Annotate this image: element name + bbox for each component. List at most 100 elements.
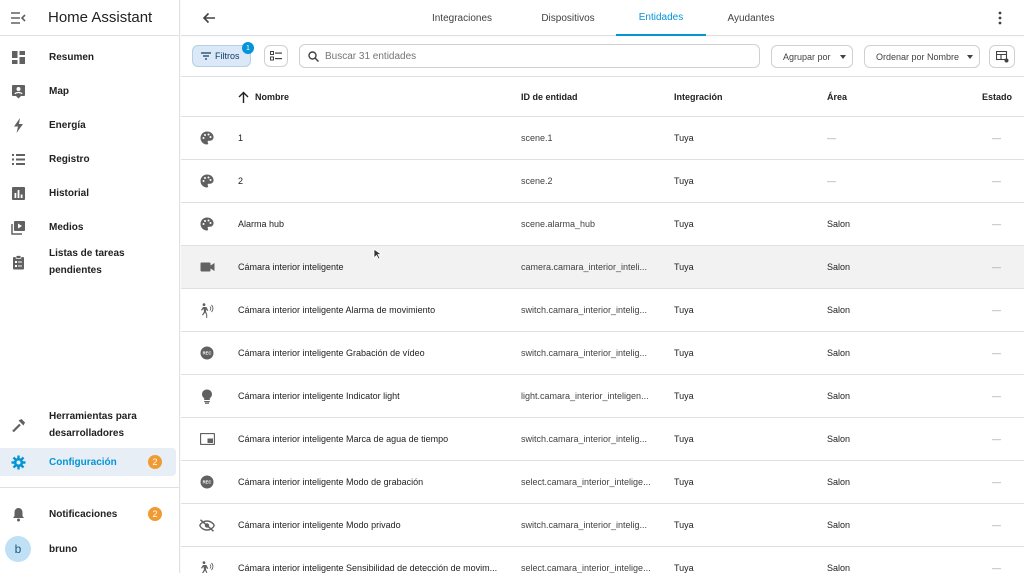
- bell-icon: [9, 505, 27, 523]
- table-row[interactable]: Cámara interior inteligente Indicator li…: [181, 375, 1024, 418]
- sidebar-item-label: Configuración: [49, 456, 117, 468]
- table-row[interactable]: Cámara interior inteligente Sensibilidad…: [181, 547, 1024, 573]
- group-by-dropdown[interactable]: Agrupar por: [771, 45, 853, 68]
- entity-id-cell: scene.1: [521, 133, 553, 143]
- area-cell: Salon: [827, 434, 851, 444]
- entity-id-cell: switch.camara_interior_intelig...: [521, 305, 648, 315]
- sidebar-item-listas-de-tareas[interactable]: Listas de tareas pendientes: [0, 248, 176, 276]
- column-header-name[interactable]: Nombre: [238, 77, 289, 117]
- motion-sensor-icon: [197, 289, 217, 331]
- entity-name-cell: Cámara interior inteligente Modo privado: [238, 520, 401, 530]
- integration-cell: Tuya: [674, 262, 694, 272]
- table-row[interactable]: Cámara interior inteligente camera.camara…: [181, 246, 1024, 289]
- menu-toggle-button[interactable]: [0, 0, 36, 36]
- sort-label: Ordenar por Nombre: [876, 51, 960, 62]
- sidebar-item-label: Energía: [49, 119, 86, 131]
- entity-name-cell: Cámara interior inteligente Modo de grab…: [238, 477, 424, 487]
- more-options-button[interactable]: [990, 8, 1010, 28]
- back-button[interactable]: [199, 8, 219, 28]
- sidebar-item-energia[interactable]: Energía: [0, 111, 176, 139]
- table-row[interactable]: 1 scene.1 Tuya — —: [181, 117, 1024, 160]
- entity-name-cell: Alarma hub: [238, 219, 285, 229]
- integration-cell: Tuya: [674, 477, 694, 487]
- table-row[interactable]: Alarma hub scene.alarma_hub Tuya Salon —: [181, 203, 1024, 246]
- status-cell: —: [992, 133, 1001, 143]
- filters-count-badge: 1: [242, 42, 254, 54]
- entity-id-cell: select.camara_interior_intelige...: [521, 563, 651, 573]
- selection-mode-button[interactable]: [264, 45, 288, 67]
- sidebar-item-label: Map: [49, 85, 69, 97]
- integration-cell: Tuya: [674, 563, 694, 573]
- entity-name-cell: Cámara interior inteligente: [238, 262, 344, 272]
- status-cell: —: [992, 563, 1001, 573]
- table-row[interactable]: 2 scene.2 Tuya — —: [181, 160, 1024, 203]
- search-input[interactable]: [325, 50, 725, 62]
- list-icon: [9, 150, 27, 168]
- sidebar-item-resumen[interactable]: Resumen: [0, 43, 176, 71]
- area-cell: Salon: [827, 563, 851, 573]
- filters-label: Filtros: [215, 51, 240, 61]
- area-cell: Salon: [827, 520, 851, 530]
- sidebar-item-label: Listas de tareas pendientes: [49, 248, 125, 276]
- sidebar-item-label: Notificaciones: [49, 508, 118, 520]
- sidebar-item-configuracion[interactable]: Configuración 2: [0, 448, 176, 476]
- eye-off-icon: [197, 504, 217, 546]
- dots-vertical-icon: [998, 11, 1002, 25]
- tab-entidades[interactable]: Entidades: [616, 0, 706, 36]
- table-row[interactable]: Cámara interior inteligente Modo privado…: [181, 504, 1024, 547]
- arrow-up-icon: [238, 91, 249, 103]
- sidebar-item-medios[interactable]: Medios: [0, 213, 176, 241]
- status-cell: —: [992, 434, 1001, 444]
- area-cell: Salon: [827, 262, 851, 272]
- sidebar-item-historial[interactable]: Historial: [0, 179, 176, 207]
- column-header-area[interactable]: Área: [827, 77, 847, 117]
- entity-name-cell: Cámara interior inteligente Indicator li…: [238, 391, 400, 401]
- entity-name-cell: 2: [238, 176, 244, 186]
- tab-ayudantes[interactable]: Ayudantes: [711, 0, 791, 36]
- sidebar-item-map[interactable]: Map: [0, 77, 176, 105]
- status-cell: —: [992, 520, 1001, 530]
- status-cell: —: [992, 176, 1001, 186]
- sidebar-item-user[interactable]: b bruno: [0, 535, 176, 563]
- area-cell: Salon: [827, 477, 851, 487]
- sidebar-item-label: Medios: [49, 221, 84, 233]
- sidebar-item-notificaciones[interactable]: Notificaciones 2: [0, 500, 176, 528]
- column-header-label: Nombre: [255, 92, 290, 102]
- sidebar-item-label: Herramientas para desarrolladores: [49, 411, 137, 439]
- filter-icon: [201, 52, 211, 60]
- area-cell: Salon: [827, 219, 851, 229]
- integration-cell: Tuya: [674, 348, 694, 358]
- table-settings-button[interactable]: [989, 45, 1015, 68]
- sidebar-item-registro[interactable]: Registro: [0, 145, 176, 173]
- tab-dispositivos[interactable]: Dispositivos: [527, 0, 609, 36]
- area-cell: —: [827, 176, 836, 186]
- clipboard-icon: [9, 253, 27, 271]
- entity-id-cell: switch.camara_interior_intelig...: [521, 348, 648, 358]
- entities-table-body: 1 scene.1 Tuya — — 2 scene.2 Tuya — — Alarma hub sc…: [181, 117, 1024, 573]
- table-row[interactable]: REC Cámara interior inteligente Modo de g…: [181, 461, 1024, 504]
- entity-id-cell: scene.2: [521, 176, 553, 186]
- search-field[interactable]: [299, 44, 760, 68]
- entity-id-cell: switch.camara_interior_intelig...: [521, 520, 648, 530]
- sidebar-item-label: Historial: [49, 187, 90, 199]
- sidebar-item-herramientas[interactable]: Herramientas para desarrolladores: [0, 405, 176, 445]
- menu-collapse-icon: [11, 11, 26, 24]
- tab-integraciones[interactable]: Integraciones: [421, 0, 503, 36]
- table-row[interactable]: REC Cámara interior inteligente Grabación…: [181, 332, 1024, 375]
- motion-sensor-icon: [197, 547, 217, 573]
- mouse-cursor: [373, 248, 383, 260]
- table-row[interactable]: Cámara interior inteligente Marca de agu…: [181, 418, 1024, 461]
- status-cell: —: [992, 477, 1001, 487]
- sort-dropdown[interactable]: Ordenar por Nombre: [864, 45, 980, 68]
- table-row[interactable]: Cámara interior inteligente Alarma de mo…: [181, 289, 1024, 332]
- picture-in-picture-icon: [197, 418, 217, 460]
- entity-id-cell: scene.alarma_hub: [521, 219, 596, 229]
- column-header-integration[interactable]: Integración: [674, 77, 723, 117]
- entity-id-cell: light.camara_interior_inteligen...: [521, 391, 649, 401]
- caret-down-icon: [967, 54, 974, 59]
- column-header-status[interactable]: Estado: [971, 77, 1012, 117]
- entity-name-cell: Cámara interior inteligente Sensibilidad…: [238, 563, 498, 573]
- notifications-badge: 2: [148, 507, 162, 521]
- record-icon: REC: [197, 461, 217, 503]
- column-header-entity-id[interactable]: ID de entidad: [521, 77, 578, 117]
